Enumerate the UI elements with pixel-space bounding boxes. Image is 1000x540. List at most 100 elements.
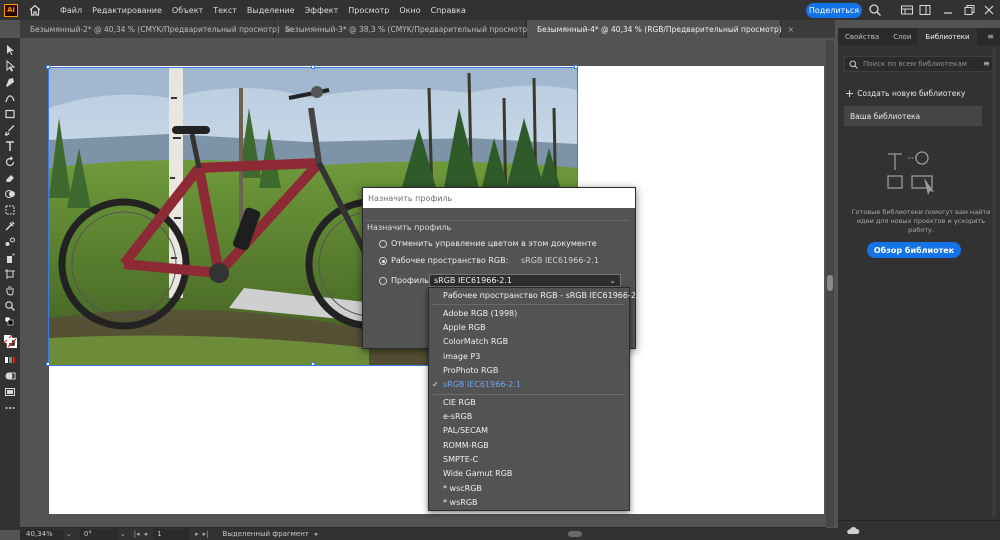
radio-profile[interactable]	[379, 277, 387, 285]
tab-properties[interactable]: Свойства	[838, 28, 886, 45]
tab-layers[interactable]: Слои	[886, 28, 918, 45]
rectangle-tool-icon[interactable]	[4, 108, 16, 120]
dropdown-item[interactable]: e-sRGB	[443, 412, 472, 421]
option-discard-label: Отменить управление цветом в этом докуме…	[391, 239, 597, 248]
panel-options-icon[interactable]: ≡	[987, 28, 994, 45]
zoom-level[interactable]: 40,34%	[20, 528, 64, 540]
screen-mode-icon[interactable]	[4, 386, 16, 398]
resize-handle[interactable]	[311, 362, 315, 366]
resize-handle[interactable]	[574, 65, 578, 69]
resize-handle[interactable]	[46, 362, 50, 366]
resize-handle[interactable]	[46, 65, 50, 69]
dropdown-item[interactable]: ROMM-RGB	[443, 441, 489, 450]
tab-close-icon[interactable]: ×	[788, 25, 794, 34]
fill-stroke-swatch-icon[interactable]	[3, 334, 17, 348]
profile-select[interactable]: sRGB IEC61966-2.1 ⌄	[429, 274, 621, 287]
artboard-first-icon[interactable]: |◂	[134, 530, 140, 538]
arrange-documents-icon[interactable]	[900, 3, 914, 17]
dropdown-item[interactable]: CIE RGB	[443, 398, 476, 407]
artboard-next-icon[interactable]: ▸	[195, 530, 199, 538]
cloud-icon[interactable]	[846, 526, 860, 535]
eyedropper-tool-icon[interactable]	[4, 220, 16, 232]
rotation-value[interactable]: 0°	[79, 528, 118, 540]
home-icon[interactable]	[28, 3, 42, 17]
dropdown-item-selected[interactable]: sRGB IEC61966-2.1	[443, 380, 521, 389]
menu-effect[interactable]: Эффект	[305, 6, 339, 15]
dropdown-item[interactable]: image P3	[443, 352, 480, 361]
dropdown-item[interactable]: Wide Gamut RGB	[443, 469, 512, 478]
curvature-tool-icon[interactable]	[4, 92, 16, 104]
rotate-tool-icon[interactable]	[4, 156, 16, 168]
blend-tool-icon[interactable]	[4, 236, 16, 248]
shape-builder-tool-icon[interactable]	[4, 188, 16, 200]
dropdown-item[interactable]: PAL/SECAM	[443, 426, 488, 435]
checkmark-icon: ✓	[432, 380, 439, 389]
dropdown-item[interactable]: ColorMatch RGB	[443, 337, 508, 346]
radio-discard-color-management[interactable]	[379, 240, 387, 248]
chevron-down-icon[interactable]: ⌄	[66, 530, 72, 538]
artboard-last-icon[interactable]: ▸|	[203, 530, 209, 538]
panel-scrollbar[interactable]	[992, 48, 996, 518]
dropdown-item[interactable]: * wscRGB	[443, 484, 482, 493]
dropdown-item[interactable]: SMPTE-C	[443, 455, 478, 464]
workspace-switcher-icon[interactable]	[918, 3, 932, 17]
scrollbar-thumb[interactable]	[827, 275, 833, 291]
menu-window[interactable]: Окно	[399, 6, 420, 15]
direct-selection-tool-icon[interactable]	[4, 60, 16, 72]
menu-help[interactable]: Справка	[431, 6, 466, 15]
hand-tool-icon[interactable]	[4, 284, 16, 296]
app-logo[interactable]: Ai	[4, 3, 18, 17]
menu-type[interactable]: Текст	[213, 6, 237, 15]
menu-object[interactable]: Объект	[172, 6, 203, 15]
menu-edit[interactable]: Редактирование	[92, 6, 162, 15]
color-mode-icon[interactable]	[4, 354, 16, 366]
create-library-button[interactable]: + Создать новую библиотеку	[845, 87, 965, 100]
symbol-sprayer-tool-icon[interactable]	[4, 252, 16, 264]
artboard-tool-icon[interactable]	[4, 268, 16, 280]
dropdown-item[interactable]: * wsRGB	[443, 498, 478, 507]
selection-tool-icon[interactable]	[4, 44, 16, 56]
zoom-tool-icon[interactable]	[4, 300, 16, 312]
horizontal-scrollbar-thumb[interactable]	[568, 531, 583, 537]
menu-select[interactable]: Выделение	[247, 6, 295, 15]
dropdown-item[interactable]: Apple RGB	[443, 323, 486, 332]
close-icon[interactable]	[982, 3, 996, 17]
libraries-illustration-icon	[887, 151, 934, 195]
artboard-prev-icon[interactable]: ◂	[144, 530, 148, 538]
dialog-title: Назначить профиль	[363, 188, 635, 208]
default-colors-icon[interactable]	[4, 316, 16, 328]
profile-select-value: sRGB IEC61966-2.1	[434, 276, 513, 285]
resize-handle[interactable]	[311, 65, 315, 69]
your-library-item[interactable]: Ваша библиотека	[844, 106, 982, 126]
document-tab-active[interactable]: Безымянный-4* @ 40,34 % (RGB/Предварител…	[527, 20, 794, 38]
search-icon[interactable]	[868, 3, 882, 17]
dropdown-item-working-rgb[interactable]: Рабочее пространство RGB - sRGB IEC61966…	[443, 291, 644, 300]
edit-toolbar-icon[interactable]	[4, 402, 16, 414]
library-search-input[interactable]: Поиск по всем библиотекам	[844, 56, 994, 72]
status-menu-icon[interactable]: ▸	[315, 530, 319, 538]
chevron-down-icon[interactable]: ⌄	[120, 530, 126, 538]
free-transform-tool-icon[interactable]	[4, 204, 16, 216]
drawing-modes-icon[interactable]	[4, 370, 16, 382]
eraser-tool-icon[interactable]	[4, 172, 16, 184]
type-tool-icon[interactable]	[4, 140, 16, 152]
pen-tool-icon[interactable]	[4, 76, 16, 88]
tab-libraries[interactable]: Библиотеки	[918, 28, 977, 45]
paintbrush-tool-icon[interactable]	[4, 124, 16, 136]
dropdown-item[interactable]: Adobe RGB (1998)	[443, 309, 517, 318]
minimize-icon[interactable]	[941, 3, 955, 17]
menu-file[interactable]: Файл	[60, 6, 82, 15]
document-tab[interactable]: Безымянный-3* @ 38,3 % (CMYK/Предварител…	[275, 20, 542, 38]
radio-working-rgb[interactable]	[379, 257, 387, 265]
browse-libraries-button[interactable]: Обзор библиотек	[867, 242, 961, 258]
artboard-number[interactable]: 1	[153, 528, 190, 540]
panel-menu-icon[interactable]: ≡	[983, 59, 990, 68]
vertical-scrollbar[interactable]	[826, 40, 834, 527]
restore-icon[interactable]	[962, 3, 976, 17]
document-tab[interactable]: Безымянный-2* @ 40,34 % (CMYK/Предварите…	[20, 20, 292, 38]
option-working-rgb-label: Рабочее пространство RGB:	[391, 256, 509, 265]
dropdown-item[interactable]: ProPhoto RGB	[443, 366, 498, 375]
menu-view[interactable]: Просмотр	[348, 6, 389, 15]
option-profile-label: Профиль:	[391, 276, 432, 285]
share-button[interactable]: Поделиться	[806, 3, 862, 18]
